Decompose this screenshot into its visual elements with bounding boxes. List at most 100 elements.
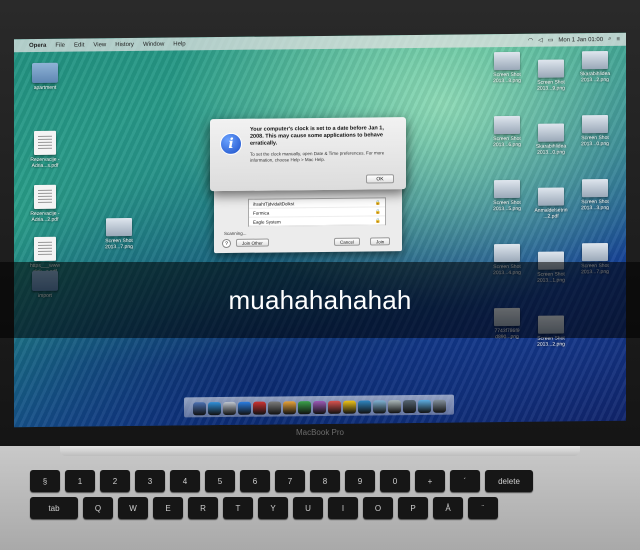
image-file-icon: [538, 123, 564, 142]
keyboard-key[interactable]: §: [30, 470, 60, 492]
menu-edit[interactable]: Edit: [74, 42, 84, 48]
image-file-icon: [106, 217, 132, 237]
desktop-icon[interactable]: Screen Shot 2013...3.png: [572, 178, 618, 211]
folder-icon: [32, 62, 58, 84]
menu-history[interactable]: History: [115, 41, 134, 47]
join-button[interactable]: Join: [370, 237, 391, 246]
keyboard-key[interactable]: 4: [170, 470, 200, 492]
dock-app-icon[interactable]: [402, 399, 416, 414]
desktop-icon[interactable]: Screen Shot 2013...5.png: [484, 179, 530, 213]
join-other-button[interactable]: Join Other: [236, 238, 269, 247]
keyboard-key[interactable]: ´: [450, 470, 480, 492]
dock-app-icon[interactable]: [252, 401, 266, 415]
dock-app-icon[interactable]: [267, 401, 281, 415]
dock-app-icon[interactable]: [342, 400, 356, 414]
menu-file[interactable]: File: [55, 42, 65, 48]
menu-app-name[interactable]: Opera: [29, 42, 46, 48]
dock-app-icon[interactable]: [207, 402, 221, 416]
menu-clock[interactable]: Mon 1 Jan 01:00: [558, 37, 603, 43]
keyboard-key[interactable]: 7: [275, 470, 305, 492]
document-icon: [34, 184, 56, 209]
desktop-icon[interactable]: Screen Shot 2013...7.png: [96, 217, 142, 250]
desktop-icon[interactable]: Screen Shot 2013...9.png: [528, 59, 574, 92]
keyboard-key[interactable]: I: [328, 497, 358, 519]
image-file-icon: [538, 187, 564, 206]
keyboard-key[interactable]: +: [415, 470, 445, 492]
image-file-icon: [494, 243, 520, 263]
status-area: ◠ ◁ ▭ Mon 1 Jan 01:00 ⌕ ≡: [528, 36, 620, 44]
help-button[interactable]: ?: [222, 238, 231, 249]
image-file-icon: [582, 178, 608, 198]
desktop-icon-label: Screen Shot 2013...9.png: [537, 79, 565, 92]
keyboard-key[interactable]: E: [153, 497, 183, 519]
volume-icon[interactable]: ◁: [538, 37, 543, 44]
keyboard-key[interactable]: delete: [485, 470, 533, 492]
spotlight-icon[interactable]: ⌕: [608, 36, 611, 43]
desktop-icon[interactable]: Screen Shot 2013...6.png: [484, 115, 530, 149]
dock-app-icon[interactable]: [192, 402, 206, 416]
keyboard-key[interactable]: ¨: [468, 497, 498, 519]
dock-app-icon[interactable]: [372, 400, 386, 414]
dock-app-icon[interactable]: [297, 401, 311, 415]
desktop-icon-label: Screen Shot 2013...5.png: [493, 199, 521, 213]
menu-view[interactable]: View: [93, 42, 106, 48]
image-file-icon: [538, 59, 564, 78]
dock-app-icon[interactable]: [312, 400, 326, 415]
notification-icon[interactable]: ≡: [616, 36, 620, 42]
ok-button[interactable]: OK: [366, 174, 394, 184]
keyboard-key[interactable]: 9: [345, 470, 375, 492]
keyboard-key[interactable]: 5: [205, 470, 235, 492]
desktop-icon[interactable]: Screen Shot 2013...0.png: [572, 114, 618, 147]
dock-app-icon[interactable]: [222, 401, 236, 416]
dock-app-icon[interactable]: [432, 399, 446, 413]
menu-help[interactable]: Help: [173, 41, 185, 47]
keyboard-key[interactable]: tab: [30, 497, 78, 519]
dock-app-icon[interactable]: [357, 400, 371, 414]
cancel-button[interactable]: Cancel: [334, 237, 361, 246]
desktop-icon-label: Skarabihlidea 2013...0.png: [535, 143, 567, 156]
desktop-icon[interactable]: Anmaldelsetrin ...2.pdf: [528, 187, 574, 220]
desktop-icon[interactable]: Skarabihlidea 2013...0.png: [528, 123, 574, 156]
keyboard-key[interactable]: Å: [433, 497, 463, 519]
desktop-icon-label: Screen Shot 2013...6.png: [493, 135, 521, 149]
keyboard-key[interactable]: W: [118, 497, 148, 519]
info-icon: i: [220, 132, 242, 156]
menu-window[interactable]: Window: [143, 41, 164, 47]
keyboard-key[interactable]: R: [188, 497, 218, 519]
keyboard-key[interactable]: P: [398, 497, 428, 519]
dock: [184, 394, 454, 418]
desktop-icon[interactable]: Skarabihlidea 2013...2.png: [572, 50, 618, 83]
dock-app-icon[interactable]: [237, 401, 251, 415]
caption-text: muahahahahah: [228, 284, 412, 315]
battery-icon[interactable]: ▭: [548, 37, 554, 44]
network-list: ihsahtTjdvidaltDolkst 🔒 Formica 🔒 Eagle Sy…: [248, 197, 386, 227]
dock-app-icon[interactable]: [282, 401, 296, 415]
keyboard-key[interactable]: 2: [100, 470, 130, 492]
keyboard-key[interactable]: O: [363, 497, 393, 519]
keyboard-key[interactable]: Y: [258, 497, 288, 519]
keyboard-key[interactable]: T: [223, 497, 253, 519]
image-file-icon: [494, 115, 520, 135]
dock-app-icon[interactable]: [417, 399, 431, 413]
desktop-icon-label: apartment: [33, 84, 57, 91]
alert-detail: To set the clock manually, open Date & T…: [250, 150, 385, 163]
keyboard-key[interactable]: Q: [83, 497, 113, 519]
lock-icon: 🔒: [375, 218, 381, 224]
keyboard-key[interactable]: U: [293, 497, 323, 519]
image-file-icon: [494, 179, 520, 199]
dock-app-icon[interactable]: [327, 400, 341, 414]
keyboard-key[interactable]: 0: [380, 470, 410, 492]
desktop-icon[interactable]: Rezervacije - Adria...s.pdf: [22, 130, 68, 169]
dock-app-icon[interactable]: [387, 400, 401, 414]
clock-alert-dialog: i Your computer's clock is set to a date…: [210, 117, 406, 192]
desktop-icon[interactable]: Screen Shot 2013...8.png: [484, 51, 530, 84]
desktop-icon[interactable]: apartment: [22, 62, 68, 91]
desktop-icon[interactable]: Rezervacije - Adria...2.pdf: [22, 184, 68, 223]
network-item[interactable]: Eagle System 🔒: [249, 216, 385, 227]
keyboard-key[interactable]: 3: [135, 470, 165, 492]
keyboard-key[interactable]: 8: [310, 470, 340, 492]
lock-icon: 🔒: [375, 209, 381, 215]
keyboard-key[interactable]: 1: [65, 470, 95, 492]
wifi-icon[interactable]: ◠: [528, 37, 533, 44]
keyboard-key[interactable]: 6: [240, 470, 270, 492]
